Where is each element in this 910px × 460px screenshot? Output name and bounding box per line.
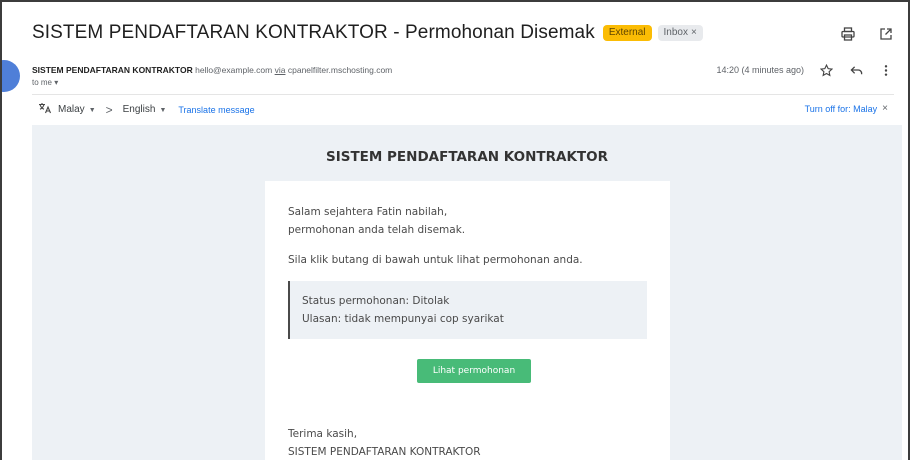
inbox-label[interactable]: Inbox × <box>657 25 703 41</box>
star-icon[interactable] <box>818 62 834 78</box>
view-application-button[interactable]: Lihat permohonan <box>417 359 531 383</box>
email-subject: SISTEM PENDAFTARAN KONTRAKTOR - Permohon… <box>32 22 595 43</box>
target-language: English <box>122 104 156 115</box>
target-language-select[interactable]: English ▼ <box>123 104 167 115</box>
translate-message-link[interactable]: Translate message <box>178 105 254 115</box>
chevron-right-icon: > <box>105 102 113 117</box>
instruction: Sila klik butang di bawah untuk lihat pe… <box>288 251 583 269</box>
translate-bar: Malay ▼ > English ▼ Translate message <box>38 102 255 117</box>
closing: Terima kasih, SISTEM PENDAFTARAN KONTRAK… <box>288 425 481 460</box>
greeting: Salam sejahtera Fatin nabilah, permohona… <box>288 203 465 239</box>
external-badge: External <box>602 25 652 41</box>
turn-off-translation[interactable]: Turn off for: Malay × <box>805 103 888 114</box>
chevron-down-icon: ▼ <box>88 107 96 114</box>
avatar <box>2 60 20 92</box>
status-box: Status permohonan: Ditolak Ulasan: tidak… <box>288 281 647 339</box>
translate-icon <box>38 102 52 117</box>
via-link[interactable]: via <box>275 65 286 75</box>
via-host: cpanelfilter.mschosting.com <box>287 65 393 75</box>
sender-email: hello@example.com <box>195 65 273 75</box>
turn-off-label: Turn off for: Malay <box>804 103 878 114</box>
closing-line-2: SISTEM PENDAFTARAN KONTRAKTOR <box>288 446 481 458</box>
status-line: Status permohonan: Ditolak <box>302 295 450 307</box>
remove-label-icon[interactable]: × <box>691 27 697 39</box>
recipient-dropdown[interactable]: to me ▾ <box>32 78 58 87</box>
sender-name: SISTEM PENDAFTARAN KONTRAKTOR <box>32 65 193 75</box>
header-divider <box>32 94 894 95</box>
email-view: SISTEM PENDAFTARAN KONTRAKTOR - Permohon… <box>0 0 910 460</box>
instruction-text: Sila klik butang di bawah untuk lihat pe… <box>288 254 583 266</box>
timestamp: 14:20 (4 minutes ago) <box>716 65 804 75</box>
more-vert-icon[interactable] <box>878 62 894 78</box>
print-icon[interactable] <box>840 26 856 42</box>
source-language: Malay <box>58 104 85 115</box>
review-line: Ulasan: tidak mempunyai cop syarikat <box>302 313 504 325</box>
email-body-header: SISTEM PENDAFTARAN KONTRAKTOR <box>326 149 608 165</box>
reply-icon[interactable] <box>848 62 864 78</box>
open-new-window-icon[interactable] <box>878 26 894 42</box>
greeting-line-2: permohonan anda telah disemak. <box>288 224 466 236</box>
close-icon[interactable]: × <box>882 103 888 114</box>
inbox-label-text: Inbox <box>663 27 688 38</box>
subject-actions <box>840 26 894 42</box>
source-language-select[interactable]: Malay ▼ <box>58 104 96 115</box>
email-body: SISTEM PENDAFTARAN KONTRAKTOR Salam seja… <box>32 125 902 460</box>
chevron-down-icon: ▾ <box>54 78 59 87</box>
recipient-label: to me <box>32 78 53 87</box>
chevron-down-icon: ▼ <box>159 107 167 114</box>
sender-info: SISTEM PENDAFTARAN KONTRAKTOR hello@exam… <box>32 65 392 75</box>
message-card: Salam sejahtera Fatin nabilah, permohona… <box>265 181 670 460</box>
message-meta: 14:20 (4 minutes ago) <box>716 62 894 78</box>
closing-line-1: Terima kasih, <box>288 428 358 440</box>
subject-row: SISTEM PENDAFTARAN KONTRAKTOR - Permohon… <box>32 22 703 44</box>
greeting-line-1: Salam sejahtera Fatin nabilah, <box>288 206 448 218</box>
